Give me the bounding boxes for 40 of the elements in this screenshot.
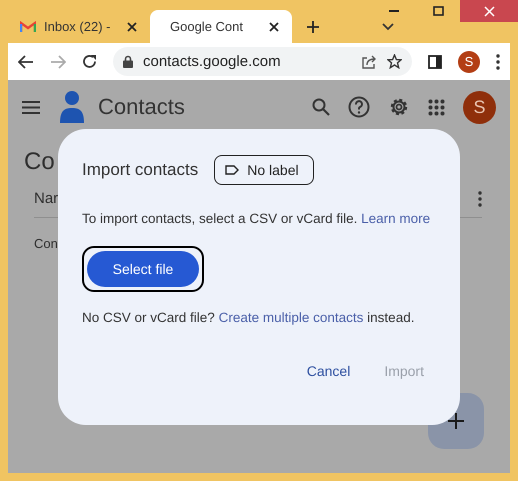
dialog-title: Import contacts bbox=[82, 160, 198, 180]
star-icon[interactable] bbox=[387, 54, 402, 69]
account-avatar[interactable]: S bbox=[463, 90, 496, 124]
column-header: Nar bbox=[34, 190, 58, 207]
profile-avatar[interactable]: S bbox=[458, 50, 480, 72]
apps-grid-icon[interactable] bbox=[428, 98, 445, 116]
close-tab-icon[interactable] bbox=[268, 20, 280, 32]
more-vert-icon[interactable] bbox=[496, 54, 500, 70]
list-text: Con bbox=[34, 236, 58, 251]
browser-tab[interactable]: Inbox (22) - bbox=[8, 10, 150, 43]
learn-more-link[interactable]: Learn more bbox=[361, 211, 430, 226]
lock-icon bbox=[123, 55, 133, 68]
app-title: Contacts bbox=[98, 94, 186, 120]
cancel-button[interactable]: Cancel bbox=[306, 363, 350, 379]
chevron-icon[interactable] bbox=[382, 23, 394, 31]
close-tab-icon[interactable] bbox=[126, 20, 138, 32]
reload-icon[interactable] bbox=[82, 54, 97, 69]
page-heading: Co bbox=[24, 148, 55, 176]
settings-icon[interactable] bbox=[388, 96, 410, 118]
side-panel-icon[interactable] bbox=[428, 54, 442, 68]
create-contacts-link[interactable]: Create multiple contacts bbox=[218, 310, 364, 325]
instructions-text: To import contacts, select a CSV or vCard file. Learn more bbox=[82, 211, 432, 226]
select-file-button[interactable]: Select file bbox=[87, 251, 199, 287]
search-icon[interactable] bbox=[312, 98, 330, 116]
browser-tab[interactable]: Google Cont bbox=[150, 10, 292, 43]
footer-text: No CSV or vCard file? Create multiple contacts instead. bbox=[82, 310, 416, 325]
new-tab-icon[interactable] bbox=[306, 20, 320, 34]
more-vert-icon[interactable] bbox=[478, 190, 482, 206]
address-bar[interactable]: contacts.google.com bbox=[113, 47, 412, 76]
label-icon bbox=[225, 165, 240, 175]
person-icon bbox=[58, 90, 86, 124]
menu-icon[interactable] bbox=[22, 100, 40, 114]
mail-icon bbox=[20, 20, 36, 32]
label-chip[interactable]: No label bbox=[214, 155, 314, 185]
help-icon[interactable] bbox=[348, 96, 370, 118]
tab-title: Google Cont bbox=[170, 19, 244, 34]
share-icon[interactable] bbox=[362, 54, 377, 68]
back-arrow-icon[interactable] bbox=[18, 54, 34, 68]
plus-icon bbox=[447, 412, 465, 430]
tab-title: Inbox (22) - bbox=[44, 19, 112, 34]
